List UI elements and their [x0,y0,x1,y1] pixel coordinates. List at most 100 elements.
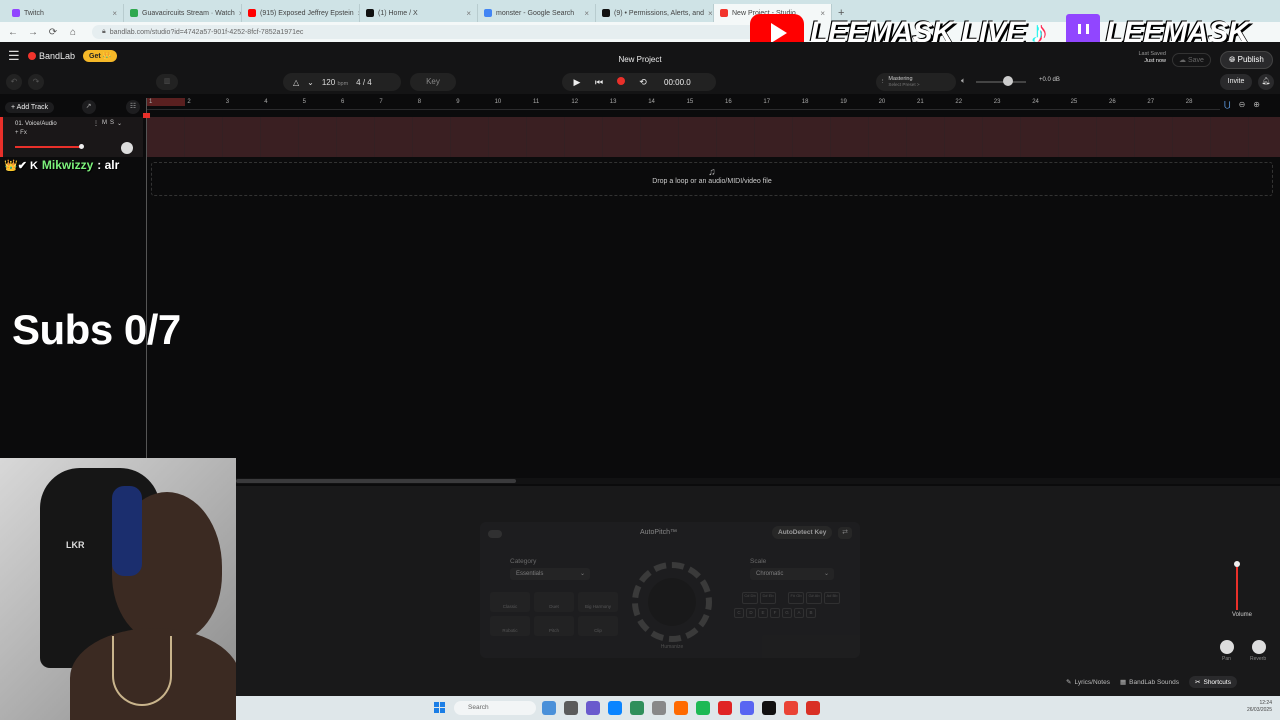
volume-meter-handle[interactable] [1234,561,1240,568]
edge-icon[interactable] [608,701,622,715]
time-signature[interactable]: 4 / 4 [356,78,372,87]
widgets-icon[interactable] [542,701,556,715]
natural-key[interactable]: A [794,608,804,618]
browser-tab[interactable]: (9) • Permissions, Alerts, and × [596,4,714,22]
drop-zone[interactable]: ♫ Drop a loop or an audio/MIDI/video fil… [151,162,1273,196]
reverb-knob[interactable] [1252,640,1266,654]
reload-icon[interactable]: ⟳ [48,27,58,38]
track-settings-icon[interactable]: ☷ [125,100,140,114]
lyrics-notes-button[interactable]: ✎ Lyrics/Notes [1066,676,1110,688]
brave-icon[interactable] [674,701,688,715]
browser-tab[interactable]: (915) Exposed Jeffrey Epstein× [242,4,360,22]
add-track-button[interactable]: + Add Track [5,101,55,113]
zoom-in-icon[interactable]: ⊕ [1253,100,1260,109]
scale-select[interactable]: Chromatic ⌄ [750,568,834,580]
track-volume-slider[interactable] [15,146,81,148]
autodetect-key-button[interactable]: AutoDetect Key [772,526,833,539]
sharp-key[interactable]: A# Bb [824,592,840,604]
publish-button[interactable]: 🌐︎ Publish [1220,51,1273,69]
playhead-marker[interactable] [143,113,150,118]
loop-region[interactable] [147,98,185,106]
track-pan-knob[interactable] [121,142,133,154]
zoom-out-icon[interactable]: ⊖ [1239,100,1246,109]
pan-knob[interactable] [1220,640,1234,654]
track-lane[interactable] [147,117,1280,157]
browser-tab[interactable]: Guavacircuits Stream · Watch× [124,4,242,22]
autopitch-toggle[interactable] [488,530,502,538]
keyboard-icon[interactable]: ▥ [156,74,178,90]
discord-icon[interactable] [740,701,754,715]
scrollbar-thumb[interactable] [236,479,516,483]
tempo-control[interactable]: △ ⌄ 120 bpm 4 / 4 [283,73,401,91]
metronome-dropdown-icon[interactable]: ⌄ [307,78,314,87]
browser-tab[interactable]: monster - Google Search × [478,4,596,22]
mastering-button[interactable]: ⫶ Mastering Select Preset > [876,73,956,91]
natural-key[interactable]: B [806,608,816,618]
streaming-app-icon[interactable] [718,701,732,715]
natural-key[interactable]: F [770,608,780,618]
humanize-knob[interactable] [632,562,712,642]
master-volume-handle[interactable] [1003,76,1013,86]
bandlab-sounds-button[interactable]: ▦ BandLab Sounds [1120,676,1179,688]
rewind-icon[interactable]: ⏮︎ [588,77,610,88]
mute-button[interactable]: M [102,120,107,127]
settings-icon[interactable] [652,701,666,715]
timeline-scrollbar[interactable] [236,478,1280,484]
browser-tab[interactable]: Twitch × [6,4,124,22]
back-icon[interactable]: ← [8,27,18,38]
add-fx-button[interactable]: + Fx [15,130,27,136]
browser-tab[interactable]: (1) Home / X × [360,4,478,22]
snap-icon[interactable]: ⋃ [1224,100,1231,109]
chat-icon[interactable] [586,701,600,715]
natural-key[interactable]: G [782,608,792,618]
solo-button[interactable]: S [110,120,114,127]
windows-start-icon[interactable] [434,702,446,714]
bandlab-logo[interactable]: BandLab [28,51,75,61]
close-icon[interactable]: × [584,9,589,18]
track-options-icon[interactable]: ⋮ [93,120,99,127]
undo-icon[interactable]: ↶ [6,74,22,90]
sharp-key[interactable]: G# Ab [806,592,822,604]
category-select[interactable]: Essentials ⌄ [510,568,590,580]
taskbar-search[interactable]: Search [454,701,536,715]
close-icon[interactable]: × [466,9,471,18]
project-title[interactable]: New Project [560,55,720,64]
playhead[interactable] [146,98,147,460]
invite-button[interactable]: Invite [1220,74,1252,90]
notifications-icon[interactable]: 🔔︎ [1258,74,1274,90]
automation-icon[interactable]: ↗ [81,100,96,114]
track-volume-meter[interactable] [1230,540,1244,612]
shortcuts-button[interactable]: ✂ Shortcuts [1189,676,1237,688]
natural-key[interactable]: C [734,608,744,618]
redo-icon[interactable]: ↷ [28,74,44,90]
autopitch-settings-icon[interactable]: ⇄ [838,527,852,539]
loop-icon[interactable]: ⟲ [632,77,654,88]
autopitch-preset[interactable]: Clip [578,616,618,636]
sharp-key[interactable]: F# Gb [788,592,804,604]
collapse-icon[interactable]: ⌄ [117,120,122,127]
get-membership-button[interactable]: Get 👑 [83,50,118,62]
sharp-key[interactable]: C# Db [742,592,758,604]
autopitch-preset[interactable]: Big Harmony [578,592,618,612]
record-icon[interactable] [610,77,632,87]
taskbar-clock[interactable]: 12:24 26/03/2025 [1247,700,1272,714]
tempo-value[interactable]: 120 bpm [322,78,348,87]
spotify-icon[interactable] [696,701,710,715]
autopitch-preset[interactable]: Classic [490,592,530,612]
sharp-key[interactable]: D# Eb [760,592,776,604]
play-icon[interactable]: ▶ [566,77,588,88]
recorder-icon[interactable] [806,701,820,715]
metronome-icon[interactable]: △ [293,78,299,87]
autopitch-preset[interactable]: Robotic [490,616,530,636]
autopitch-preset[interactable]: Pitch [534,616,574,636]
track-header[interactable]: 01. Voice/Audio ⋮ M S ⌄ + Fx [0,117,143,157]
forward-icon[interactable]: → [28,27,38,38]
timeline-ruler[interactable]: 1 2 3 4 5 6 7 8 9 10 11 12 13 14 15 16 17 18 19 20 21 22 23 24 2… [147,98,1220,110]
url-field[interactable]: 🔒︎ bandlab.com/studio?id=4742a57-901f-42… [92,25,772,39]
files-icon[interactable] [630,701,644,715]
home-icon[interactable]: ⌂ [68,27,78,38]
track-volume-handle[interactable] [79,144,84,149]
track-name[interactable]: 01. Voice/Audio [15,121,57,127]
close-icon[interactable]: × [708,9,713,18]
obs-icon[interactable] [762,701,776,715]
